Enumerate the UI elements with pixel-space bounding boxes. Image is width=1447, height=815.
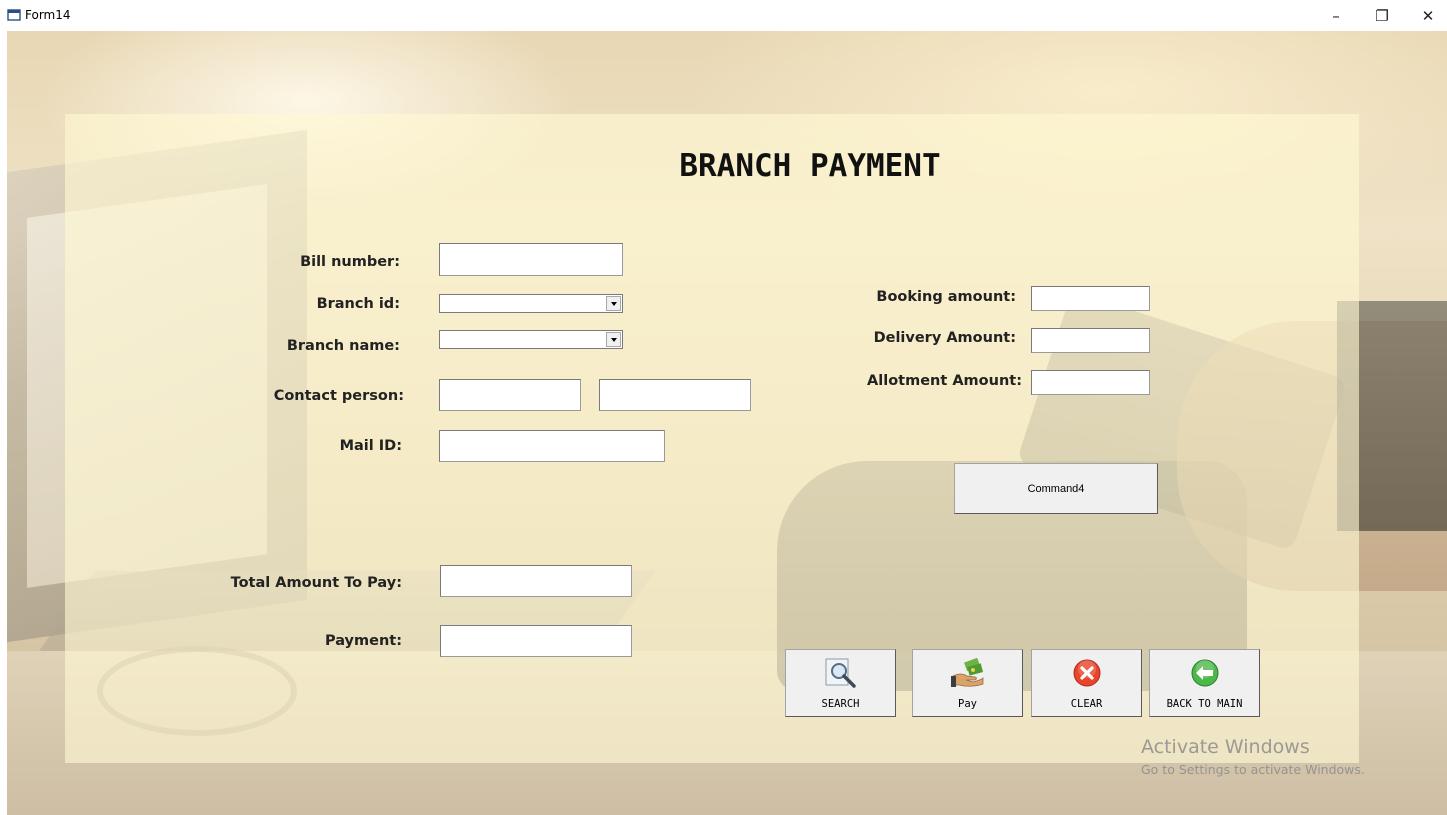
branch-id-label: Branch id: bbox=[316, 296, 400, 312]
restore-button[interactable]: ❐ bbox=[1359, 0, 1405, 31]
pay-button-label: Pay bbox=[958, 698, 977, 710]
payment-input[interactable] bbox=[440, 625, 632, 657]
activate-windows-watermark: Activate Windows Go to Settings to activ… bbox=[1141, 736, 1365, 777]
contact-person-label: Contact person: bbox=[273, 388, 404, 404]
chevron-down-icon[interactable] bbox=[606, 332, 621, 347]
clear-button-label: CLEAR bbox=[1070, 698, 1103, 710]
watermark-subtitle: Go to Settings to activate Windows. bbox=[1141, 762, 1365, 777]
pay-button[interactable]: Pay bbox=[912, 649, 1023, 717]
total-amount-label: Total Amount To Pay: bbox=[230, 575, 402, 591]
booking-amount-input[interactable] bbox=[1031, 286, 1150, 311]
contact-person-input-1[interactable] bbox=[439, 379, 581, 411]
watermark-title: Activate Windows bbox=[1141, 736, 1310, 758]
contact-person-input-2[interactable] bbox=[599, 379, 751, 411]
red-x-circle-icon bbox=[1073, 659, 1100, 687]
mail-id-input[interactable] bbox=[439, 430, 665, 462]
magnifier-icon bbox=[825, 658, 856, 688]
green-back-arrow-icon bbox=[1191, 659, 1218, 687]
bill-number-label: Bill number: bbox=[300, 254, 400, 270]
search-button-label: SEARCH bbox=[821, 698, 860, 710]
command4-button[interactable]: Command4 bbox=[954, 463, 1158, 514]
search-button[interactable]: SEARCH bbox=[785, 649, 896, 717]
mail-id-label: Mail ID: bbox=[339, 438, 402, 454]
branch-id-dropdown[interactable] bbox=[439, 294, 623, 313]
back-to-main-button[interactable]: BACK TO MAIN bbox=[1149, 649, 1260, 717]
delivery-amount-input[interactable] bbox=[1031, 328, 1150, 353]
app-icon bbox=[7, 9, 21, 21]
page-title: BRANCH PAYMENT bbox=[679, 148, 941, 184]
close-button[interactable]: ✕ bbox=[1405, 0, 1447, 31]
branch-name-dropdown[interactable] bbox=[439, 330, 623, 349]
window-title-bar: Form14 – ❐ ✕ bbox=[0, 0, 1447, 31]
total-amount-input[interactable] bbox=[440, 565, 632, 597]
chevron-down-icon[interactable] bbox=[606, 296, 621, 311]
allotment-amount-label: Allotment Amount: bbox=[867, 373, 1022, 389]
allotment-amount-input[interactable] bbox=[1031, 370, 1150, 395]
money-hand-icon bbox=[950, 658, 983, 687]
clear-button[interactable]: CLEAR bbox=[1031, 649, 1142, 717]
payment-label: Payment: bbox=[324, 633, 402, 649]
booking-amount-label: Booking amount: bbox=[876, 289, 1016, 305]
branch-name-label: Branch name: bbox=[286, 338, 400, 354]
minimize-button[interactable]: – bbox=[1313, 0, 1359, 31]
bill-number-input[interactable] bbox=[439, 243, 623, 276]
delivery-amount-label: Delivery Amount: bbox=[873, 330, 1016, 346]
window-title: Form14 bbox=[25, 8, 71, 22]
back-to-main-button-label: BACK TO MAIN bbox=[1166, 698, 1243, 710]
